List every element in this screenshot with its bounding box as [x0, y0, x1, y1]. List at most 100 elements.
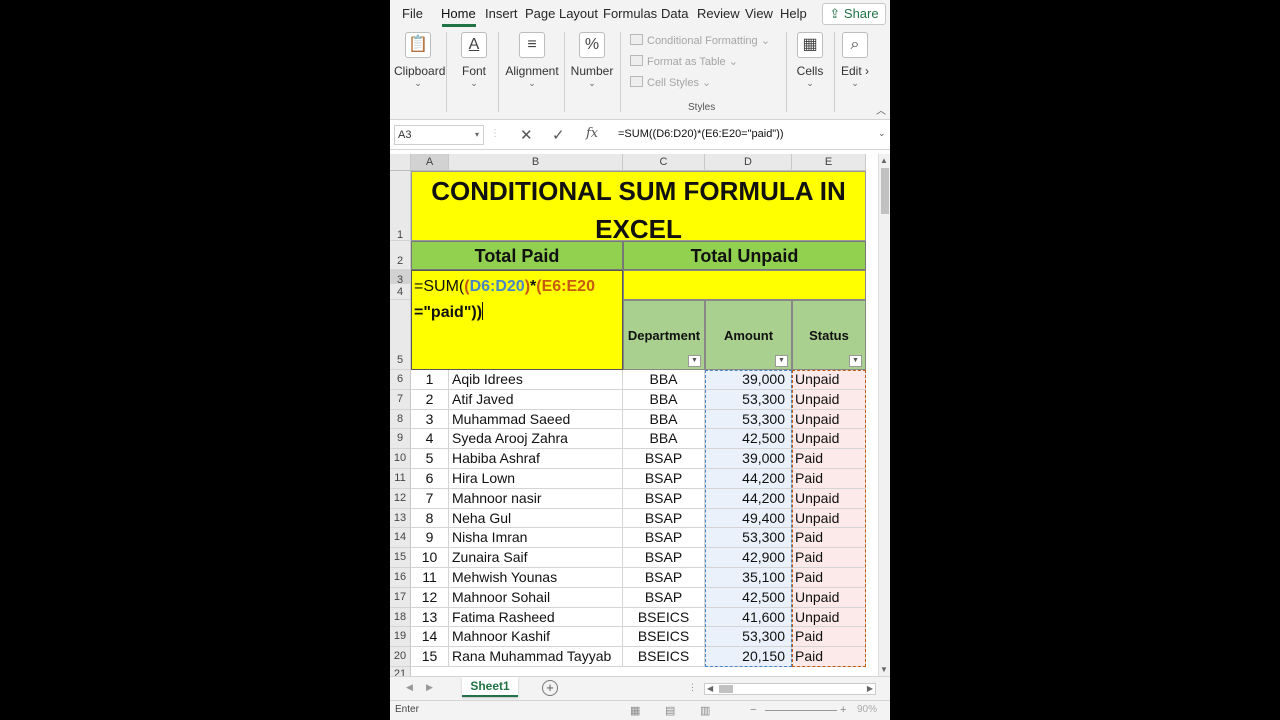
- zoom-out-icon[interactable]: −: [750, 704, 756, 716]
- column-header-c[interactable]: C: [623, 154, 705, 171]
- cells-group[interactable]: ▦ Cells ⌄: [790, 32, 830, 89]
- insert-function-icon[interactable]: fx: [586, 126, 598, 141]
- row-header-11[interactable]: 11: [390, 469, 411, 489]
- normal-view-icon[interactable]: ▦: [630, 704, 640, 717]
- cancel-icon[interactable]: ✕: [520, 126, 533, 144]
- row-number-cell[interactable]: 12: [411, 587, 449, 608]
- row-header-14[interactable]: 14: [390, 528, 411, 549]
- department-cell[interactable]: BSEICS: [623, 647, 705, 667]
- name-cell[interactable]: Zunaira Saif: [449, 548, 623, 568]
- department-cell[interactable]: BSAP: [623, 548, 705, 568]
- add-sheet-icon[interactable]: +: [542, 680, 558, 696]
- scroll-up-icon[interactable]: ▲: [880, 156, 888, 165]
- row-number-cell[interactable]: 11: [411, 568, 449, 588]
- name-box[interactable]: A3 ▾: [394, 125, 484, 145]
- alignment-group[interactable]: ≡ Alignment ⌄: [504, 32, 560, 89]
- next-sheet-icon[interactable]: ▶: [426, 682, 433, 693]
- name-cell[interactable]: Hira Lown: [449, 469, 623, 489]
- department-cell[interactable]: BSAP: [623, 508, 705, 529]
- row-header-10[interactable]: 10: [390, 449, 411, 469]
- row-header-15[interactable]: 15: [390, 548, 411, 568]
- row-header-17[interactable]: 17: [390, 587, 411, 608]
- row-number-cell[interactable]: 4: [411, 429, 449, 450]
- select-all-corner[interactable]: [390, 154, 411, 171]
- conditional-formatting-button[interactable]: Conditional Formatting ⌄: [630, 34, 770, 47]
- filter-dropdown-icon[interactable]: ▼: [775, 355, 788, 367]
- row-header-21[interactable]: 21: [390, 667, 411, 676]
- active-cell-editor[interactable]: =SUM((D6:D20)*(E6:E20 ="paid")): [411, 270, 623, 370]
- row-header-6[interactable]: 6: [390, 370, 411, 390]
- name-cell[interactable]: Mahnoor nasir: [449, 488, 623, 509]
- tab-review[interactable]: Review: [697, 6, 740, 21]
- department-cell[interactable]: BSAP: [623, 587, 705, 608]
- column-header-a[interactable]: A: [411, 154, 449, 171]
- department-cell[interactable]: BBA: [623, 370, 705, 390]
- tab-split-handle-icon[interactable]: ⋮: [688, 682, 697, 693]
- tab-page-layout[interactable]: Page Layout: [525, 6, 598, 21]
- name-cell[interactable]: Nisha Imran: [449, 528, 623, 549]
- tab-formulas[interactable]: Formulas: [603, 6, 657, 21]
- row-header-16[interactable]: 16: [390, 568, 411, 588]
- page-layout-view-icon[interactable]: ▤: [665, 704, 675, 717]
- row-number-cell[interactable]: 15: [411, 647, 449, 667]
- format-as-table-button[interactable]: Format as Table ⌄: [630, 55, 738, 68]
- row-number-cell[interactable]: 5: [411, 449, 449, 469]
- row-number-cell[interactable]: 10: [411, 548, 449, 568]
- tab-data[interactable]: Data: [661, 6, 688, 21]
- row-header-9[interactable]: 9: [390, 429, 411, 450]
- vertical-scroll-thumb[interactable]: [881, 168, 889, 214]
- tab-file[interactable]: File: [402, 6, 423, 21]
- name-cell[interactable]: Aqib Idrees: [449, 370, 623, 390]
- row-header-20[interactable]: 20: [390, 647, 411, 667]
- font-group[interactable]: A Font ⌄: [454, 32, 494, 89]
- filter-dropdown-icon[interactable]: ▼: [849, 355, 862, 367]
- amount-header[interactable]: Amount ▼: [705, 300, 792, 370]
- sheet-tab-sheet1[interactable]: Sheet1: [462, 677, 518, 697]
- department-cell[interactable]: BSEICS: [623, 627, 705, 648]
- expand-formula-icon[interactable]: ⌄: [878, 128, 886, 139]
- column-header-b[interactable]: B: [449, 154, 623, 171]
- zoom-in-icon[interactable]: +: [840, 704, 846, 716]
- scroll-right-icon[interactable]: ▶: [867, 684, 873, 693]
- name-cell[interactable]: Mahnoor Kashif: [449, 627, 623, 648]
- department-cell[interactable]: BSAP: [623, 488, 705, 509]
- row-header-13[interactable]: 13: [390, 508, 411, 529]
- tab-help[interactable]: Help: [780, 6, 807, 21]
- filter-dropdown-icon[interactable]: ▼: [688, 355, 701, 367]
- name-cell[interactable]: Syeda Arooj Zahra: [449, 429, 623, 450]
- row-header-18[interactable]: 18: [390, 607, 411, 628]
- row-header-7[interactable]: 7: [390, 389, 411, 410]
- scroll-down-icon[interactable]: ▼: [880, 665, 888, 674]
- department-cell[interactable]: BSAP: [623, 449, 705, 469]
- horizontal-scrollbar[interactable]: ◀ ▶: [704, 683, 876, 695]
- share-button[interactable]: ⇪ Share: [822, 3, 886, 25]
- total-unpaid-header[interactable]: Total Unpaid: [623, 241, 866, 270]
- collapse-ribbon-icon[interactable]: ︿: [876, 102, 886, 117]
- department-cell[interactable]: BBA: [623, 429, 705, 450]
- title-cell[interactable]: CONDITIONAL SUM FORMULA IN EXCEL: [411, 171, 866, 244]
- row-number-cell[interactable]: 2: [411, 389, 449, 410]
- tab-view[interactable]: View: [745, 6, 773, 21]
- clipboard-group[interactable]: 📋 Clipboard ⌄: [394, 32, 445, 89]
- enter-check-icon[interactable]: ✓: [552, 126, 565, 144]
- scroll-left-icon[interactable]: ◀: [707, 684, 713, 693]
- department-cell[interactable]: BBA: [623, 389, 705, 410]
- drag-handle-icon[interactable]: ⋮: [490, 128, 500, 139]
- tab-insert[interactable]: Insert: [485, 6, 518, 21]
- total-paid-header[interactable]: Total Paid: [411, 241, 623, 270]
- name-cell[interactable]: Neha Gul: [449, 508, 623, 529]
- row-header-12[interactable]: 12: [390, 488, 411, 509]
- row-number-cell[interactable]: 8: [411, 508, 449, 529]
- department-header[interactable]: Department ▼: [623, 300, 705, 370]
- row-number-cell[interactable]: 7: [411, 488, 449, 509]
- row-header-3[interactable]: 3: [390, 270, 411, 286]
- cell-styles-button[interactable]: Cell Styles ⌄: [630, 76, 711, 89]
- total-unpaid-cell[interactable]: [623, 270, 866, 300]
- row-header-4[interactable]: 4: [390, 284, 411, 300]
- row-header-19[interactable]: 19: [390, 627, 411, 648]
- row-header-1[interactable]: 1: [390, 171, 411, 241]
- row-number-cell[interactable]: 6: [411, 469, 449, 489]
- zoom-slider[interactable]: [765, 710, 837, 711]
- row-number-cell[interactable]: 9: [411, 528, 449, 549]
- row-number-cell[interactable]: 13: [411, 607, 449, 628]
